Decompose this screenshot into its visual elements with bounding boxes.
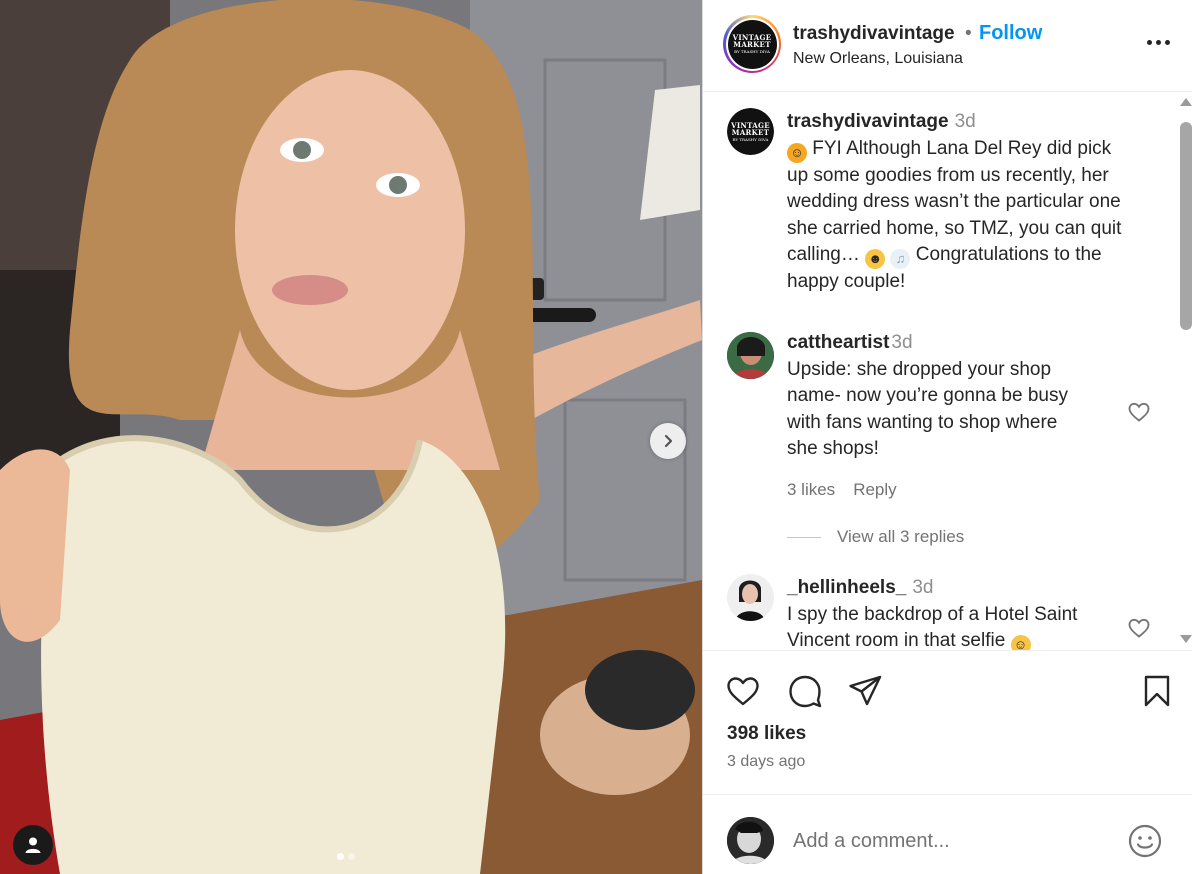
view-replies-button[interactable]: View all 3 replies <box>787 527 964 547</box>
profile-photo <box>727 574 774 621</box>
separator-dot: • <box>965 23 972 44</box>
profile-photo <box>727 817 774 864</box>
comment-line: name- now you’re gonna be busy <box>787 385 1068 406</box>
chevron-right-icon <box>664 434 673 448</box>
current-user-avatar[interactable] <box>727 817 774 864</box>
carousel-dot <box>348 853 355 860</box>
save-bookmark-icon[interactable] <box>1139 673 1175 709</box>
face-with-hand-over-mouth-icon: ☺ <box>787 142 807 163</box>
follow-button[interactable]: Follow <box>979 22 1042 45</box>
author-avatar[interactable]: VINTAGE MARKET BY TRASHY DIVA <box>723 15 781 73</box>
comment-line: Congratulations to the <box>915 244 1102 265</box>
rolling-on-floor-laughing-icon: ☻ <box>865 249 886 269</box>
comments-scrollbar[interactable] <box>1177 98 1192 643</box>
commenter-avatar[interactable] <box>727 332 774 379</box>
scrollbar-thumb[interactable] <box>1180 122 1192 330</box>
vintage-market-logo: VINTAGE MARKET BY TRASHY DIVA <box>727 108 774 155</box>
add-comment-input[interactable] <box>793 825 1113 857</box>
comment-username[interactable]: trashydivavintage <box>787 111 949 132</box>
smiling-face-with-hearts-icon: ☺ <box>1010 635 1031 650</box>
scroll-down-arrow-icon[interactable] <box>1180 635 1192 643</box>
scroll-up-arrow-icon[interactable] <box>1180 98 1192 106</box>
comment-line: I spy the backdrop of a Hotel Saint <box>787 603 1078 625</box>
more-dot <box>1146 39 1152 45</box>
comment-time[interactable]: 3d <box>912 577 933 598</box>
likes-count[interactable]: 398 likes <box>727 723 806 745</box>
comment-time[interactable]: 3d <box>891 332 912 353</box>
more-dot <box>1164 39 1170 45</box>
comment-username[interactable]: _hellinheels_ <box>787 577 906 598</box>
add-comment-bar <box>703 794 1192 874</box>
commenter-avatar[interactable] <box>727 574 774 621</box>
post-timestamp[interactable]: 3 days ago <box>727 753 805 771</box>
carousel-dot-active <box>337 853 344 860</box>
comment-line: Upside: she dropped your shop <box>787 358 1052 380</box>
comment-line: up some goodies from us recently, her <box>787 164 1109 186</box>
next-photo-button[interactable] <box>650 423 686 459</box>
clinking-glasses-icon: ♫ <box>890 249 911 269</box>
reply-button[interactable]: Reply <box>853 480 896 499</box>
comment-text: _hellinheels_ 3d I spy the backdrop of a … <box>787 575 1159 650</box>
selfie-image <box>0 0 702 874</box>
post-side-panel: VINTAGE MARKET BY TRASHY DIVA trashydiva… <box>702 0 1192 874</box>
emoji-picker-icon[interactable] <box>1127 823 1163 859</box>
like-comment-heart-icon[interactable] <box>1127 616 1151 640</box>
vintage-market-logo: VINTAGE MARKET BY TRASHY DIVA <box>727 19 777 69</box>
comment-line: Vincent room in that selfie <box>787 630 1006 650</box>
person-icon <box>25 837 41 853</box>
comment-line: wedding dress wasn’t the particular one <box>787 191 1121 212</box>
post-location[interactable]: New Orleans, Louisiana <box>793 50 963 68</box>
comment-username[interactable]: cattheartist <box>787 332 889 353</box>
comment-bubble-icon[interactable] <box>787 673 823 709</box>
author-username[interactable]: trashydivavintage <box>793 23 955 45</box>
comment-line: she shops! <box>787 438 879 459</box>
post-photo[interactable] <box>0 0 702 874</box>
comment-line: happy couple! <box>787 271 906 292</box>
tagged-users-button[interactable] <box>13 825 53 865</box>
comment-meta: 3 likes Reply <box>787 480 915 500</box>
more-options-button[interactable] <box>1143 30 1173 54</box>
view-replies-label: View all 3 replies <box>837 527 965 546</box>
like-comment-heart-icon[interactable] <box>1127 400 1151 424</box>
comment-text: trashydivavintage 3d ☺ FYI Although Lana … <box>787 109 1159 296</box>
comment-line: she carried home, so TMZ, you can quit <box>787 217 1122 239</box>
like-heart-icon[interactable] <box>725 673 761 709</box>
comment-line: with fans wanting to shop where <box>787 411 1058 433</box>
commenter-avatar[interactable]: VINTAGE MARKET BY TRASHY DIVA <box>727 108 774 155</box>
comment-likes-count[interactable]: 3 likes <box>787 480 835 499</box>
post-actions: 398 likes 3 days ago <box>703 650 1192 794</box>
carousel-indicator <box>337 853 355 860</box>
more-dot <box>1155 39 1161 45</box>
share-paper-plane-icon[interactable] <box>847 673 883 709</box>
comment-line: FYI Although Lana Del Rey did pick <box>812 137 1112 159</box>
comment-text: cattheartist 3d Upside: she dropped your … <box>787 330 1159 463</box>
replies-divider <box>787 536 821 538</box>
comment-line: calling… <box>787 244 860 265</box>
profile-photo <box>727 332 774 379</box>
post-header: VINTAGE MARKET BY TRASHY DIVA trashydiva… <box>703 0 1192 92</box>
comment-time[interactable]: 3d <box>955 111 976 132</box>
comments-list[interactable]: VINTAGE MARKET BY TRASHY DIVA trashydiva… <box>703 92 1192 650</box>
instagram-post-modal: VINTAGE MARKET BY TRASHY DIVA trashydiva… <box>0 0 1192 874</box>
